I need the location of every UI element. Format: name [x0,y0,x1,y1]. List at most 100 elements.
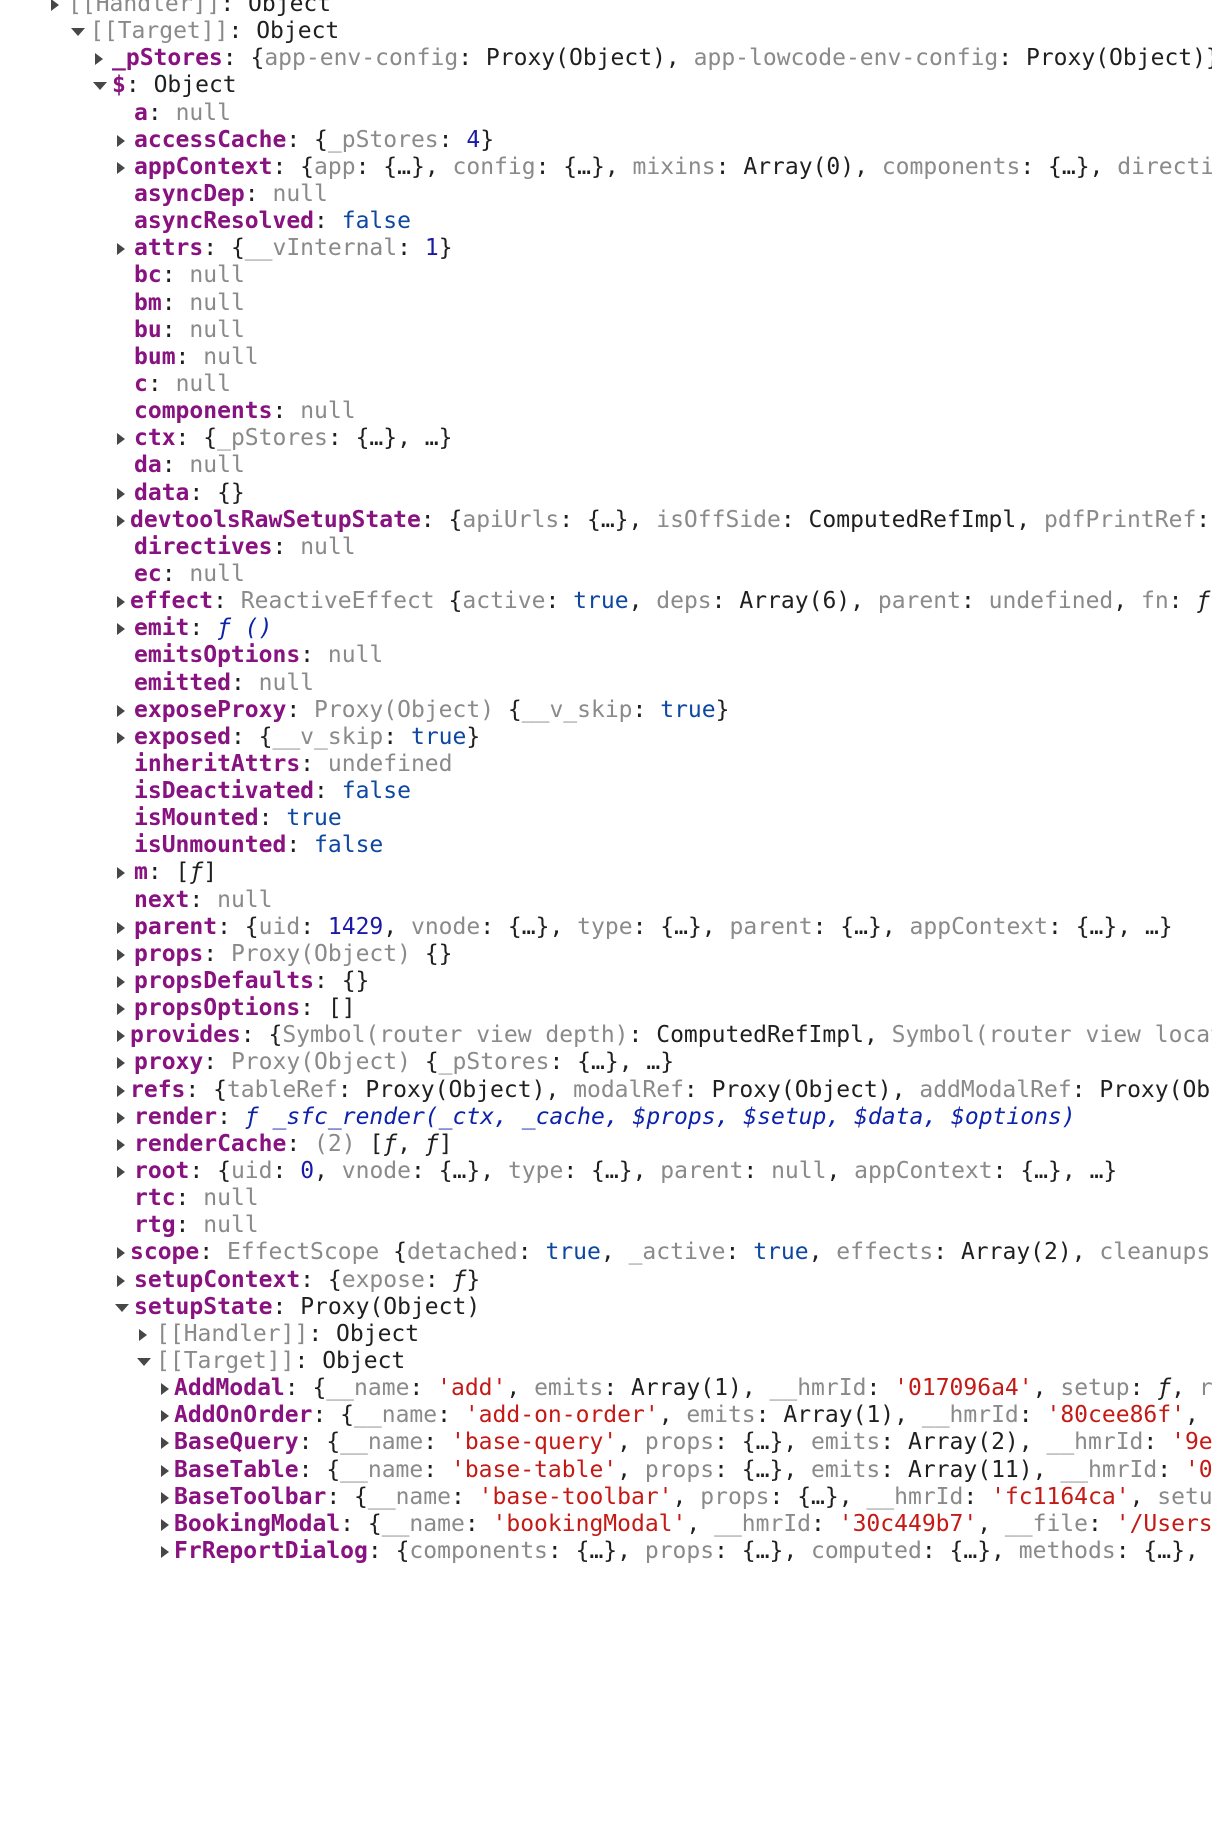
property-key: isUnmounted [134,832,287,859]
property-key: modalRef [573,1076,684,1103]
property-key: effect [130,588,214,615]
property-value: : [517,1239,546,1266]
property-value: 'add' [437,1375,507,1402]
property-value: 'bookingModal' [492,1510,687,1537]
property-key: emits [686,1402,756,1429]
property-value: { [379,1239,407,1266]
property-value: : {…}, [714,1456,812,1483]
property-value: [ [355,1130,384,1157]
property-value: null [175,370,231,397]
property-value: , [854,153,882,180]
property-key: a [134,99,148,126]
property-value: : [286,1130,315,1157]
expand-triangle-closed-icon[interactable] [158,1535,172,1567]
property-value: : {…}, [535,153,633,180]
property-value: : {} [189,479,245,506]
property-key: __name [367,1483,451,1510]
property-value: ƒ [1196,588,1211,615]
property-value: : [383,723,411,750]
property-value: 'base-toolbar' [478,1483,673,1510]
property-key: AddOnOrder [174,1402,313,1429]
property-value: : [1071,1076,1100,1103]
property-key: effects [836,1239,934,1266]
property-value: , [891,1076,920,1103]
property-key: exposed [134,723,231,750]
property-key: Symbol(router view location [891,1022,1212,1049]
property-key: app-lowcode-env-config [693,45,999,72]
property-value: : {…}, [411,1158,508,1185]
property-value: } [715,696,730,723]
property-value: '9ee0ba [1171,1429,1212,1456]
property-key: propsOptions [134,995,301,1022]
property-key: parent [660,1158,744,1185]
property-value: undefined [327,750,453,777]
property-key: addModalRef [919,1076,1072,1103]
property-value: true [545,1239,601,1266]
property-value: : {…}, [921,1537,1019,1564]
property-value: : [258,805,287,832]
property-key: props [134,940,204,967]
property-value: : [715,153,744,180]
property-value: 1 [424,235,439,262]
property-value: : { [222,45,265,72]
property-value: : [125,72,154,99]
property-value: , [1018,1429,1047,1456]
property-value: Object [153,72,237,99]
property-key: FrReportDialog [174,1537,368,1564]
property-value: Proxy(Object) [230,940,411,967]
property-value: : { [189,1158,231,1185]
property-key: proxy [134,1049,204,1076]
property-row[interactable]: FrReportDialog: {components: {…}, props:… [0,1535,1212,1567]
property-key: app-env-config [264,45,459,72]
property-key: attrs [134,235,204,262]
property-key: props [700,1483,770,1510]
property-value: ReactiveEffect [240,588,435,615]
property-value: : { [240,1022,283,1049]
property-key: __hmrId [714,1510,812,1537]
property-value: , [808,1239,837,1266]
property-value: : {…}, [812,913,910,940]
property-value: : [217,1103,245,1130]
property-value: : [998,45,1026,72]
property-value: Array(6) [739,588,851,615]
property-value: : [866,1375,895,1402]
property-value: : { [217,913,259,940]
property-key: cleanups [1099,1239,1211,1266]
property-key: parent [134,913,218,940]
property-value: , [1071,1239,1100,1266]
property-key: emits [811,1456,881,1483]
property-value: null [189,452,245,479]
property-key: _pStores [438,1049,550,1076]
property-key: bum [134,343,176,370]
property-key: __hmrId [921,1402,1019,1429]
property-key: uid [230,1158,273,1185]
property-value: '017096a4' [894,1375,1033,1402]
property-value: Proxy(Object) [365,1076,546,1103]
property-value: : [189,886,218,913]
property-key: __name [340,1456,424,1483]
property-key: rtc [134,1185,176,1212]
property-value: , [1171,1375,1199,1402]
property-value: 4 [466,126,481,153]
property-key: AddModal [174,1375,285,1402]
property-value: : {…}, [559,506,657,533]
property-value: , [658,1402,687,1429]
property-value: , [617,1429,645,1456]
property-value: : [423,1429,451,1456]
property-value: '/Users/zhx [1115,1510,1212,1537]
property-value: : {…}, [714,1429,812,1456]
property-key: emit [134,615,190,642]
property-value: null [203,1185,259,1212]
property-value: : [294,1348,323,1374]
property-value: : { [272,153,315,180]
property-value: : [423,1456,451,1483]
property-key: isOffSide [656,506,781,533]
property-value: { [494,696,522,723]
property-key: methods [1018,1537,1116,1564]
property-value: true [753,1239,809,1266]
property-value: : [272,533,301,560]
property-value: : [1129,1375,1158,1402]
property-value: Array(11) [907,1456,1033,1483]
property-value: : [199,1239,227,1266]
property-value: : { [284,1375,327,1402]
